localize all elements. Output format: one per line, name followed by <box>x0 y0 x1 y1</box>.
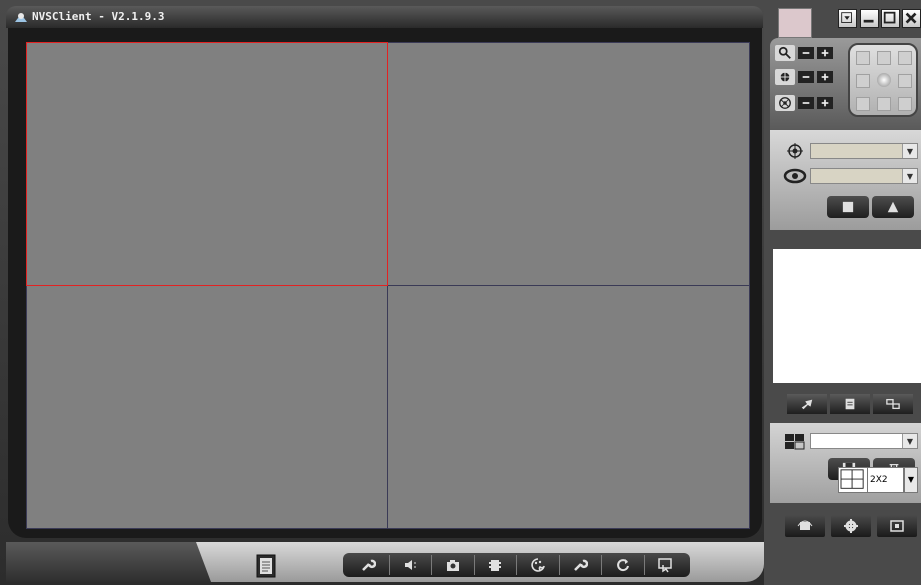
layout-grid-icon <box>785 434 805 450</box>
video-grid <box>26 42 750 529</box>
refresh-button[interactable] <box>602 555 645 575</box>
close-button[interactable] <box>902 9 921 28</box>
maximize-icon <box>883 11 896 24</box>
wrench-icon <box>361 559 376 571</box>
system-buttons <box>785 515 917 537</box>
app-logo-icon <box>15 13 27 22</box>
cruise-icon <box>783 168 807 184</box>
app-window: NVSClient - V2.1.9.3 ▼ ▼ ▼ 2X2 ▼ <box>0 0 921 585</box>
ptz-center-button[interactable] <box>877 73 891 87</box>
config-button[interactable] <box>560 555 602 575</box>
focus-minus-button[interactable] <box>798 71 814 83</box>
ptz-up-button[interactable] <box>877 51 891 65</box>
audio-button[interactable] <box>390 555 432 575</box>
focus-row <box>775 69 845 85</box>
layout-scheme-select[interactable]: ▼ <box>810 433 918 449</box>
chevron-down-icon: ▼ <box>902 434 917 448</box>
chevron-down-icon: ▼ <box>904 467 918 493</box>
main-toolbar <box>343 553 690 577</box>
wiper-icon <box>887 201 899 213</box>
ptz-down-button[interactable] <box>877 97 891 111</box>
connect-icon <box>801 399 813 410</box>
zoom-out-button[interactable] <box>798 47 814 59</box>
snapshot-button[interactable] <box>432 555 475 575</box>
menu-button[interactable] <box>838 9 857 28</box>
settings-wrench-icon <box>574 559 589 571</box>
maximize-button[interactable] <box>881 9 900 28</box>
network-button[interactable] <box>785 515 825 537</box>
video-pane-2[interactable] <box>387 42 750 286</box>
preset-select[interactable]: ▼ <box>810 143 918 159</box>
ptz-down-right-button[interactable] <box>898 97 912 111</box>
network-icon <box>797 520 813 530</box>
dropdown-icon <box>841 12 852 23</box>
color-palette-icon <box>531 558 545 572</box>
group-icon <box>886 398 900 410</box>
minimize-button[interactable] <box>860 9 879 28</box>
preset-target-icon <box>787 143 803 159</box>
wiper-button[interactable] <box>872 196 914 218</box>
speaker-icon <box>405 560 417 570</box>
wrench-button[interactable] <box>347 555 390 575</box>
zoom-row <box>775 45 845 61</box>
refresh-icon <box>616 559 629 572</box>
split-mode-select[interactable]: 2X2 ▼ <box>838 467 918 493</box>
ptz-right-button[interactable] <box>898 74 912 88</box>
ptz-left-button[interactable] <box>856 74 870 88</box>
iris-open-button[interactable] <box>817 97 833 109</box>
ptz-up-left-button[interactable] <box>856 51 870 65</box>
video-pane-1[interactable] <box>26 42 388 286</box>
ptz-direction-pad <box>848 43 918 117</box>
document-icon <box>845 398 855 410</box>
gear-icon <box>844 519 858 533</box>
video-pane-4[interactable] <box>387 285 750 529</box>
minimize-icon <box>863 19 874 23</box>
device-actions <box>787 394 913 414</box>
iris-close-button[interactable] <box>798 97 814 109</box>
ptz-up-right-button[interactable] <box>898 51 912 65</box>
stop-button[interactable] <box>827 196 869 218</box>
window-title: NVSClient - V2.1.9.3 <box>32 10 165 23</box>
exit-icon <box>658 558 672 573</box>
zoom-in-button[interactable] <box>817 47 833 59</box>
iris-row <box>775 95 845 111</box>
split-grid-icon <box>838 467 868 493</box>
connect-button[interactable] <box>787 394 827 414</box>
focus-icon <box>775 69 795 85</box>
close-icon <box>905 12 917 24</box>
cruise-select[interactable]: ▼ <box>810 168 918 184</box>
settings-button[interactable] <box>831 515 871 537</box>
split-mode-label: 2X2 <box>868 467 904 493</box>
exit-button[interactable] <box>645 555 687 575</box>
zoom-icon <box>775 45 795 61</box>
video-pane-3[interactable] <box>26 285 388 529</box>
title-bar: NVSClient - V2.1.9.3 <box>6 6 763 28</box>
focus-plus-button[interactable] <box>817 71 833 83</box>
camera-icon <box>446 560 459 571</box>
chevron-down-icon: ▼ <box>902 144 917 158</box>
device-list[interactable] <box>773 249 921 383</box>
record-button[interactable] <box>475 555 517 575</box>
color-swatch[interactable] <box>778 8 812 38</box>
fullscreen-button[interactable] <box>877 515 917 537</box>
chevron-down-icon: ▼ <box>902 169 917 183</box>
bottom-tab <box>6 542 211 582</box>
device-info-button[interactable] <box>830 394 870 414</box>
log-document-icon[interactable] <box>256 554 276 578</box>
ptz-down-left-button[interactable] <box>856 97 870 111</box>
record-icon <box>489 560 502 571</box>
color-adjust-button[interactable] <box>517 555 560 575</box>
fullscreen-icon <box>890 520 904 532</box>
iris-icon <box>775 95 795 111</box>
stop-icon <box>842 201 854 213</box>
group-button[interactable] <box>873 394 913 414</box>
